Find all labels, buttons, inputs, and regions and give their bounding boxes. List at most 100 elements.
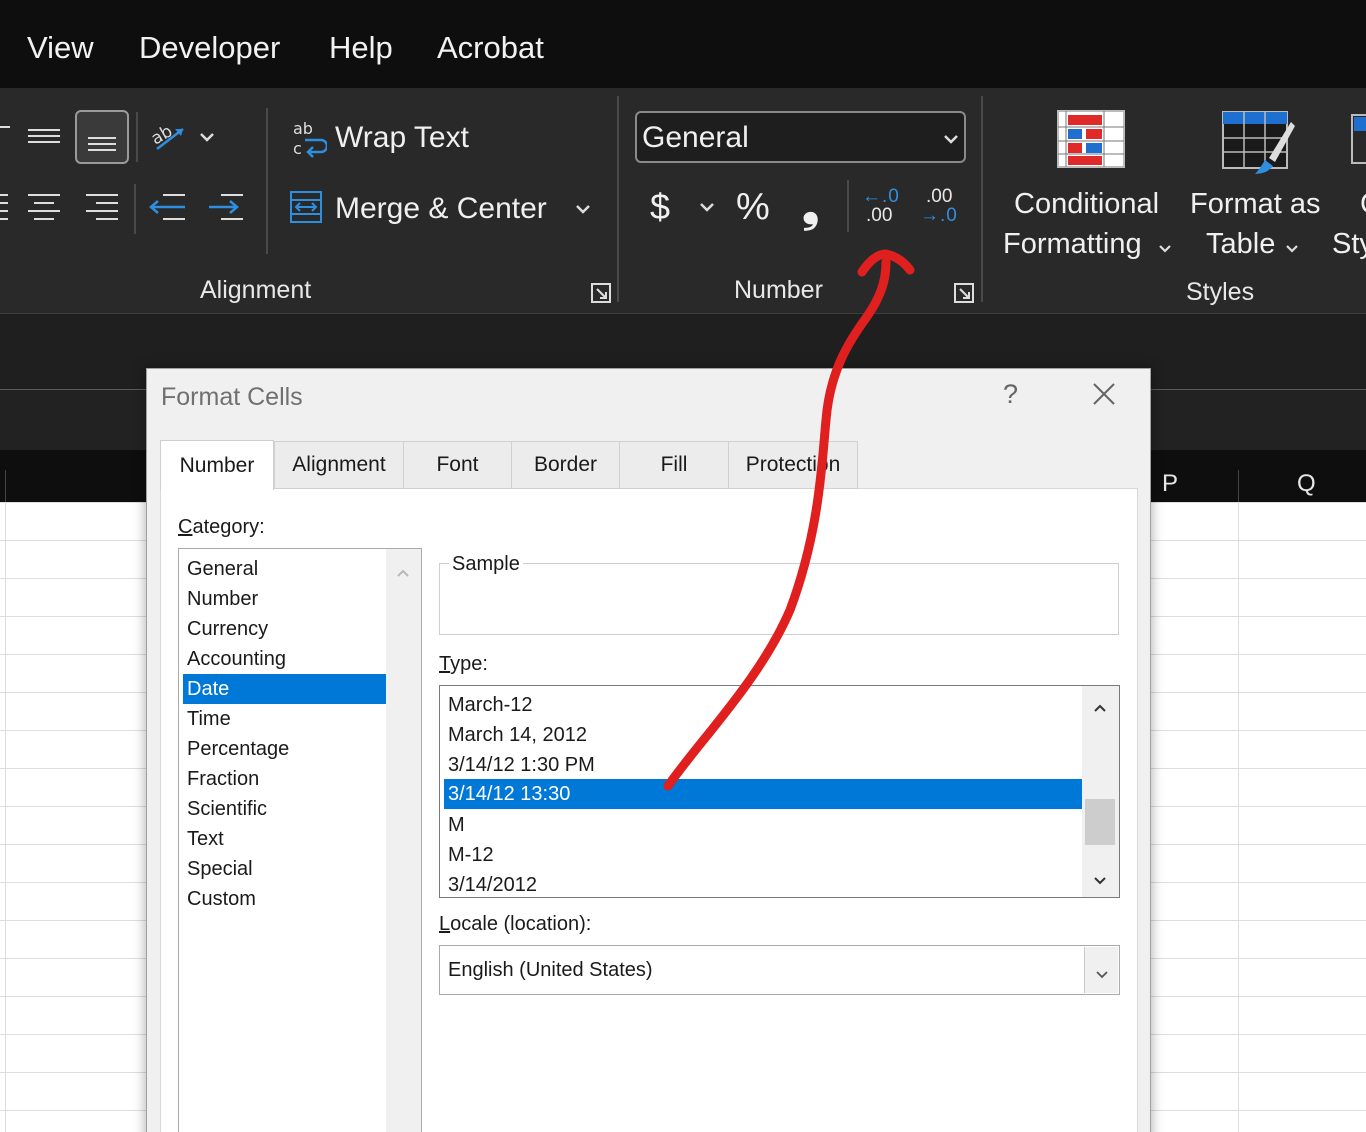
locale-label-text: ocale (location): — [450, 913, 592, 935]
separator — [981, 96, 983, 302]
type-list[interactable]: March-12 March 14, 2012 3/14/12 1:30 PM … — [439, 685, 1120, 898]
category-label-text: ategory: — [192, 516, 265, 538]
decrease-decimal-button[interactable]: .00 →.0 — [918, 186, 962, 230]
category-general[interactable]: General — [183, 554, 386, 584]
tab-fill[interactable]: Fill — [619, 441, 729, 489]
separator — [847, 180, 849, 232]
chevron-down-icon[interactable] — [572, 194, 594, 224]
category-date[interactable]: Date — [183, 674, 386, 704]
number-launcher-icon[interactable] — [953, 282, 975, 304]
column-header-p[interactable]: P — [1162, 470, 1178, 498]
category-text[interactable]: Text — [183, 824, 386, 854]
number-format-select[interactable]: General — [635, 111, 966, 163]
type-scrollbar[interactable] — [1082, 686, 1119, 897]
category-time[interactable]: Time — [183, 704, 386, 734]
menu-acrobat[interactable]: Acrobat — [437, 30, 544, 66]
conditional-formatting-label-2[interactable]: Formatting — [1003, 228, 1142, 261]
format-as-table-icon[interactable] — [1218, 108, 1298, 180]
scroll-up-icon[interactable] — [1093, 700, 1107, 718]
category-percentage[interactable]: Percentage — [183, 734, 386, 764]
category-label-accel: C — [178, 516, 193, 538]
align-left-partial-icon[interactable] — [0, 186, 12, 228]
type-item[interactable]: 3/14/2012 — [444, 870, 1082, 900]
type-label-accel: T — [439, 653, 451, 675]
conditional-formatting-icon[interactable] — [1055, 108, 1127, 170]
align-right-icon[interactable] — [80, 186, 124, 228]
chevron-down-icon[interactable] — [1282, 236, 1302, 260]
category-fraction[interactable]: Fraction — [183, 764, 386, 794]
cell-styles-label-2[interactable]: Sty — [1332, 228, 1366, 261]
type-item[interactable]: 3/14/12 1:30 PM — [444, 750, 1082, 780]
align-top-partial-icon[interactable] — [0, 112, 12, 160]
category-special[interactable]: Special — [183, 854, 386, 884]
merge-center-button[interactable]: Merge & Center — [335, 192, 547, 226]
column-divider — [1238, 470, 1239, 502]
format-as-table-label-1[interactable]: Format as — [1190, 188, 1321, 221]
wrap-text-button[interactable]: Wrap Text — [335, 121, 469, 155]
align-bottom-icon[interactable] — [75, 110, 129, 164]
category-scientific[interactable]: Scientific — [183, 794, 386, 824]
ribbon: ab ab c Wrap Text Merge & Center Alignmen… — [0, 88, 1366, 314]
category-number[interactable]: Number — [183, 584, 386, 614]
decrease-indent-icon[interactable] — [146, 186, 190, 228]
align-center-icon[interactable] — [22, 186, 66, 228]
format-as-table-label-2[interactable]: Table — [1206, 228, 1275, 261]
category-list[interactable]: General Number Currency Accounting Date … — [178, 548, 422, 1132]
type-item[interactable]: March-12 — [444, 690, 1082, 720]
orientation-icon[interactable]: ab — [146, 114, 192, 160]
locale-label-accel: L — [439, 913, 451, 935]
increase-decimal-bottom: .00 — [866, 205, 893, 226]
scroll-down-icon[interactable] — [1093, 872, 1107, 890]
category-scrollbar[interactable] — [386, 549, 421, 1132]
increase-decimal-button[interactable]: ←.0 .00 — [860, 186, 904, 230]
locale-select[interactable]: English (United States) — [439, 945, 1120, 995]
type-item[interactable]: March 14, 2012 — [444, 720, 1082, 750]
scroll-thumb[interactable] — [1085, 799, 1115, 845]
category-label: Category: — [178, 516, 265, 539]
tab-font[interactable]: Font — [403, 441, 512, 489]
tab-border[interactable]: Border — [511, 441, 620, 489]
menu-help[interactable]: Help — [329, 30, 393, 66]
svg-text:ab: ab — [293, 119, 313, 138]
separator — [134, 184, 136, 234]
comma-style-button[interactable]: ❟ — [802, 182, 819, 232]
type-label: Type: — [439, 653, 488, 676]
category-currency[interactable]: Currency — [183, 614, 386, 644]
type-item[interactable]: M-12 — [444, 840, 1082, 870]
menu-bar: View Developer Help Acrobat — [0, 0, 1366, 88]
increase-indent-icon[interactable] — [204, 186, 248, 228]
tab-protection[interactable]: Protection — [728, 441, 858, 489]
category-accounting[interactable]: Accounting — [183, 644, 386, 674]
locale-value: English (United States) — [448, 959, 653, 981]
help-button[interactable]: ? — [1003, 379, 1018, 410]
locale-label: Locale (location): — [439, 913, 591, 936]
wrap-text-icon[interactable]: ab c — [290, 116, 328, 160]
alignment-group-label: Alignment — [200, 276, 312, 304]
type-item[interactable]: M — [444, 810, 1082, 840]
cell-styles-label-1[interactable]: C — [1360, 188, 1366, 221]
scroll-up-icon[interactable] — [396, 565, 410, 583]
number-group-label: Number — [734, 276, 823, 304]
tab-number[interactable]: Number — [160, 440, 274, 490]
chevron-down-icon[interactable] — [697, 194, 717, 220]
currency-button[interactable]: $ — [650, 186, 670, 228]
menu-developer[interactable]: Developer — [139, 30, 280, 66]
close-icon[interactable] — [1089, 379, 1119, 409]
selected-date-type[interactable]: 3/14/12 13:30 — [444, 779, 1082, 809]
percent-button[interactable]: % — [736, 186, 770, 229]
menu-view[interactable]: View — [27, 30, 94, 66]
locale-dropdown-button[interactable] — [1084, 947, 1118, 993]
separator — [617, 96, 619, 302]
tab-alignment[interactable]: Alignment — [274, 441, 404, 489]
column-header-q[interactable]: Q — [1297, 470, 1316, 498]
separator — [136, 112, 138, 162]
merge-center-icon[interactable] — [288, 188, 324, 226]
conditional-formatting-label-1[interactable]: Conditional — [1014, 188, 1159, 221]
chevron-down-icon[interactable] — [196, 122, 218, 152]
chevron-down-icon[interactable] — [1155, 236, 1175, 260]
align-middle-icon[interactable] — [20, 112, 68, 160]
cell-styles-icon[interactable] — [1350, 110, 1366, 168]
alignment-launcher-icon[interactable] — [590, 282, 612, 304]
sample-box — [439, 563, 1119, 635]
category-custom[interactable]: Custom — [183, 884, 386, 914]
